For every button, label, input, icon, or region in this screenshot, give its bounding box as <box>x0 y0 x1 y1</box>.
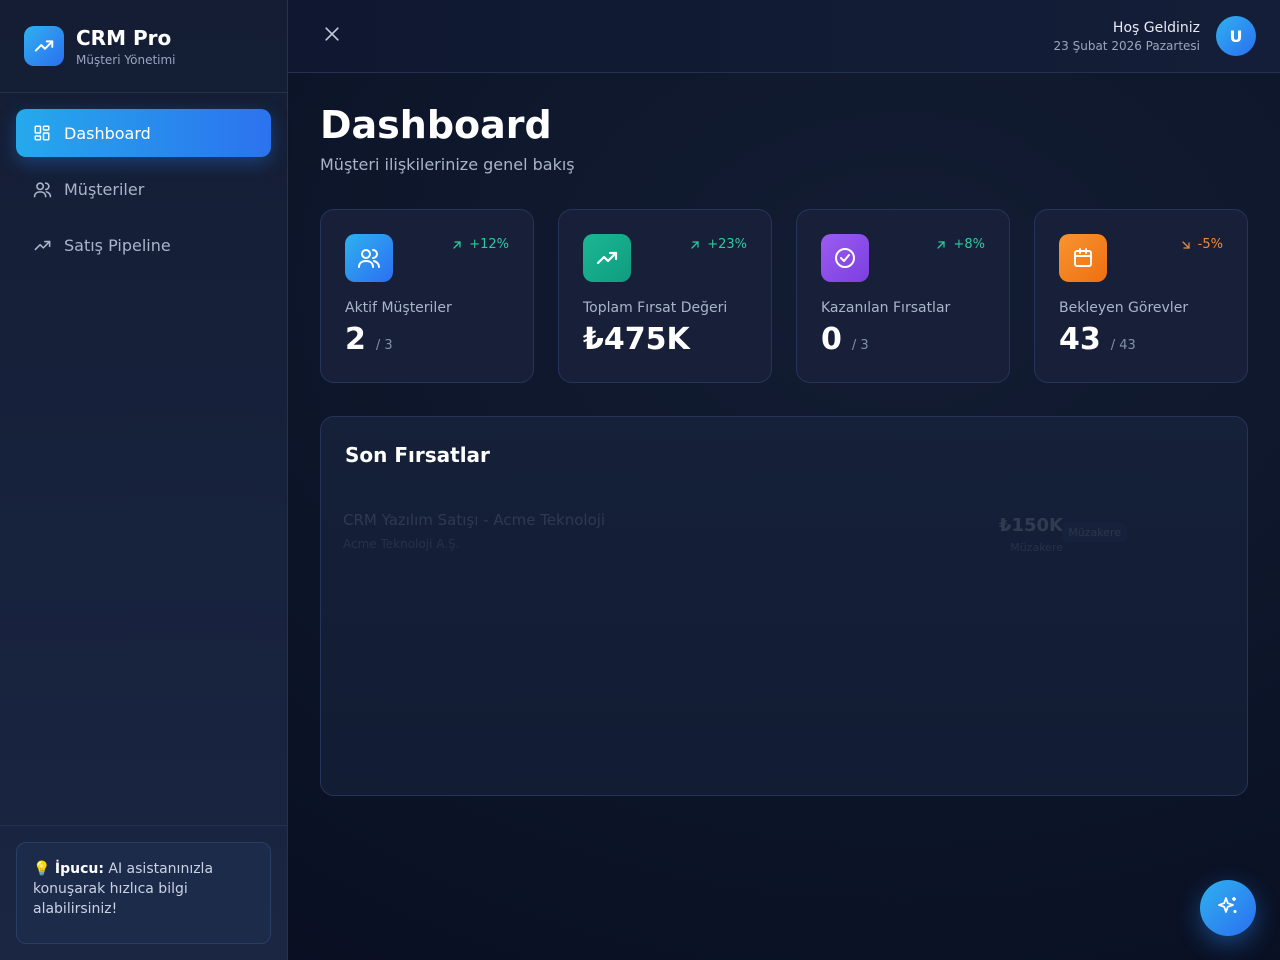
check-circle-icon <box>821 234 869 282</box>
welcome-text: Hoş Geldiniz <box>1112 20 1200 36</box>
main-content: Dashboard Müşteri ilişkilerinize genel b… <box>320 73 1248 796</box>
brand-subtitle: Müşteri Yönetimi <box>76 53 176 67</box>
page-title: Dashboard <box>320 103 552 147</box>
tip-box: 💡 İpucu: AI asistanınızla konuşarak hızl… <box>16 842 271 944</box>
card-value: 0 <box>821 322 842 357</box>
close-button[interactable] <box>320 24 344 48</box>
trend-value: +23% <box>707 237 747 252</box>
card-subvalue: / 43 <box>1110 338 1136 353</box>
arrow-up-right-icon <box>691 240 699 249</box>
card-label: Bekleyen Görevler <box>1059 300 1189 316</box>
trending-up-icon <box>32 235 52 255</box>
users-icon <box>32 179 52 199</box>
trend-value: +8% <box>953 237 985 252</box>
list-item[interactable]: CRM Yazılım Satışı - Acme Teknoloji Acme… <box>343 511 1193 571</box>
trend-badge: +8% <box>935 237 985 252</box>
opportunity-amount: ₺150K <box>998 515 1063 536</box>
trend-badge: +23% <box>689 237 747 252</box>
sidebar-item-label: Dashboard <box>64 123 151 143</box>
card-value: 2 <box>345 322 366 357</box>
opportunity-stage: Müzakere <box>1010 541 1063 554</box>
trending-up-icon <box>24 26 64 66</box>
card-value: 43 <box>1059 322 1101 357</box>
top-header: Hoş Geldiniz 23 Şubat 2026 Pazartesi U <box>288 0 1280 73</box>
trending-up-icon <box>583 234 631 282</box>
sidebar-item-label: Müşteriler <box>64 179 145 199</box>
arrow-up-right-icon <box>453 240 461 249</box>
dashboard-icon <box>32 123 52 143</box>
tip-section: 💡 İpucu: AI asistanınızla konuşarak hızl… <box>0 825 287 960</box>
card-label: Kazanılan Fırsatlar <box>821 300 951 316</box>
close-icon <box>322 24 342 48</box>
card-subvalue: / 3 <box>375 338 393 353</box>
panel-title: Son Fırsatlar <box>345 443 490 467</box>
lightbulb-icon: 💡 <box>33 861 51 877</box>
brand-title: CRM Pro <box>76 26 172 50</box>
sidebar-item-satis-pipeline[interactable]: Satış Pipeline <box>16 221 271 269</box>
date-text: 23 Şubat 2026 Pazartesi <box>1053 39 1200 53</box>
sidebar-item-dashboard[interactable]: Dashboard <box>16 109 271 157</box>
sparkles-icon <box>1216 894 1240 922</box>
ai-assistant-button[interactable] <box>1200 880 1256 936</box>
tip-title: İpucu: <box>54 861 104 877</box>
stat-card-active-customers: +12% Aktif Müşteriler 2 / 3 <box>320 209 534 383</box>
stat-card-pending-tasks: -5% Bekleyen Görevler 43 / 43 <box>1034 209 1248 383</box>
arrow-down-right-icon <box>1182 240 1190 249</box>
trend-badge: +12% <box>451 237 509 252</box>
arrow-up-right-icon <box>937 240 946 249</box>
sidebar: CRM Pro Müşteri Yönetimi Dashboard Müşte… <box>0 0 288 960</box>
users-icon <box>345 234 393 282</box>
user-area: Hoş Geldiniz 23 Şubat 2026 Pazartesi U <box>1054 16 1256 56</box>
card-value: ₺475K <box>583 322 690 357</box>
trend-value: +12% <box>469 237 509 252</box>
stat-card-total-opportunity: +23% Toplam Fırsat Değeri ₺475K <box>558 209 772 383</box>
card-label: Toplam Fırsat Değeri <box>583 300 728 316</box>
card-subvalue: / 3 <box>851 338 869 353</box>
card-label: Aktif Müşteriler <box>345 300 452 316</box>
status-badge: Müzakere <box>1062 523 1127 542</box>
stats-cards: +12% Aktif Müşteriler 2 / 3 +23% Toplam … <box>320 209 1248 383</box>
sidebar-nav: Dashboard Müşteriler Satış Pipeline <box>0 93 287 269</box>
sidebar-item-label: Satış Pipeline <box>64 235 171 255</box>
trend-value: -5% <box>1197 237 1223 252</box>
avatar[interactable]: U <box>1216 16 1256 56</box>
sidebar-item-musteriler[interactable]: Müşteriler <box>16 165 271 213</box>
trend-badge: -5% <box>1180 237 1223 252</box>
brand: CRM Pro Müşteri Yönetimi <box>0 0 287 93</box>
page-subtitle: Müşteri ilişkilerinize genel bakış <box>320 155 575 174</box>
recent-opportunities-panel: Son Fırsatlar CRM Yazılım Satışı - Acme … <box>320 416 1248 796</box>
stat-card-won-opportunities: +8% Kazanılan Fırsatlar 0 / 3 <box>796 209 1010 383</box>
calendar-icon <box>1059 234 1107 282</box>
